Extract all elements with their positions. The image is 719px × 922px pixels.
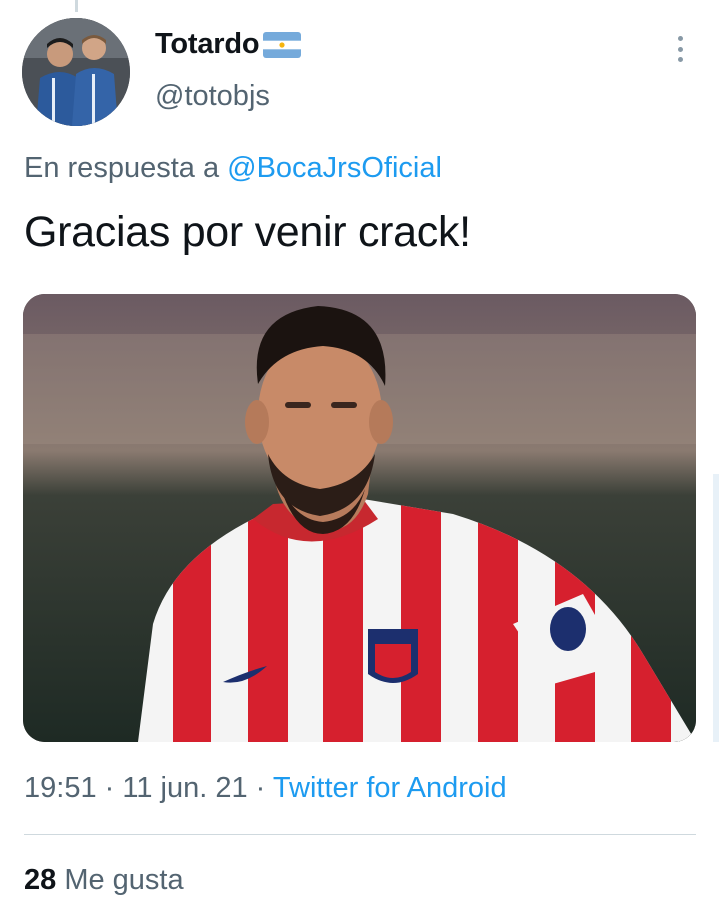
author-avatar[interactable] [22, 18, 130, 126]
meta-separator: · [255, 772, 266, 804]
meta-separator: · [104, 772, 115, 804]
reply-mention-link[interactable]: @BocaJrsOficial [227, 152, 442, 184]
tweet-date[interactable]: 11 jun. 21 [122, 772, 247, 804]
scroll-indicator [713, 474, 719, 742]
author-name-row[interactable]: Totardo [155, 28, 302, 61]
thread-connector-line [75, 0, 78, 12]
tweet-time[interactable]: 19:51 [24, 772, 97, 804]
divider [24, 834, 696, 835]
author-display-name[interactable]: Totardo [155, 28, 260, 61]
author-handle[interactable]: @totobjs [155, 80, 270, 113]
footballer-photo [23, 294, 696, 742]
reply-prefix: En respuesta a [24, 152, 220, 184]
tweet-timestamp-row: 19:51 · 11 jun. 21 · Twitter for Android [24, 772, 507, 805]
avatar-photo [22, 18, 130, 126]
more-options-icon[interactable] [668, 34, 692, 64]
likes-label: Me gusta [64, 864, 184, 896]
likes-stat[interactable]: 28 Me gusta [24, 864, 184, 897]
reply-context: En respuesta a @BocaJrsOficial [24, 152, 442, 185]
tweet-source-link[interactable]: Twitter for Android [273, 772, 507, 804]
likes-count: 28 [24, 864, 57, 896]
tweet-text: Gracias por venir crack! [24, 208, 471, 256]
tweet-media-image[interactable] [23, 294, 696, 742]
argentina-flag-icon [263, 31, 302, 58]
